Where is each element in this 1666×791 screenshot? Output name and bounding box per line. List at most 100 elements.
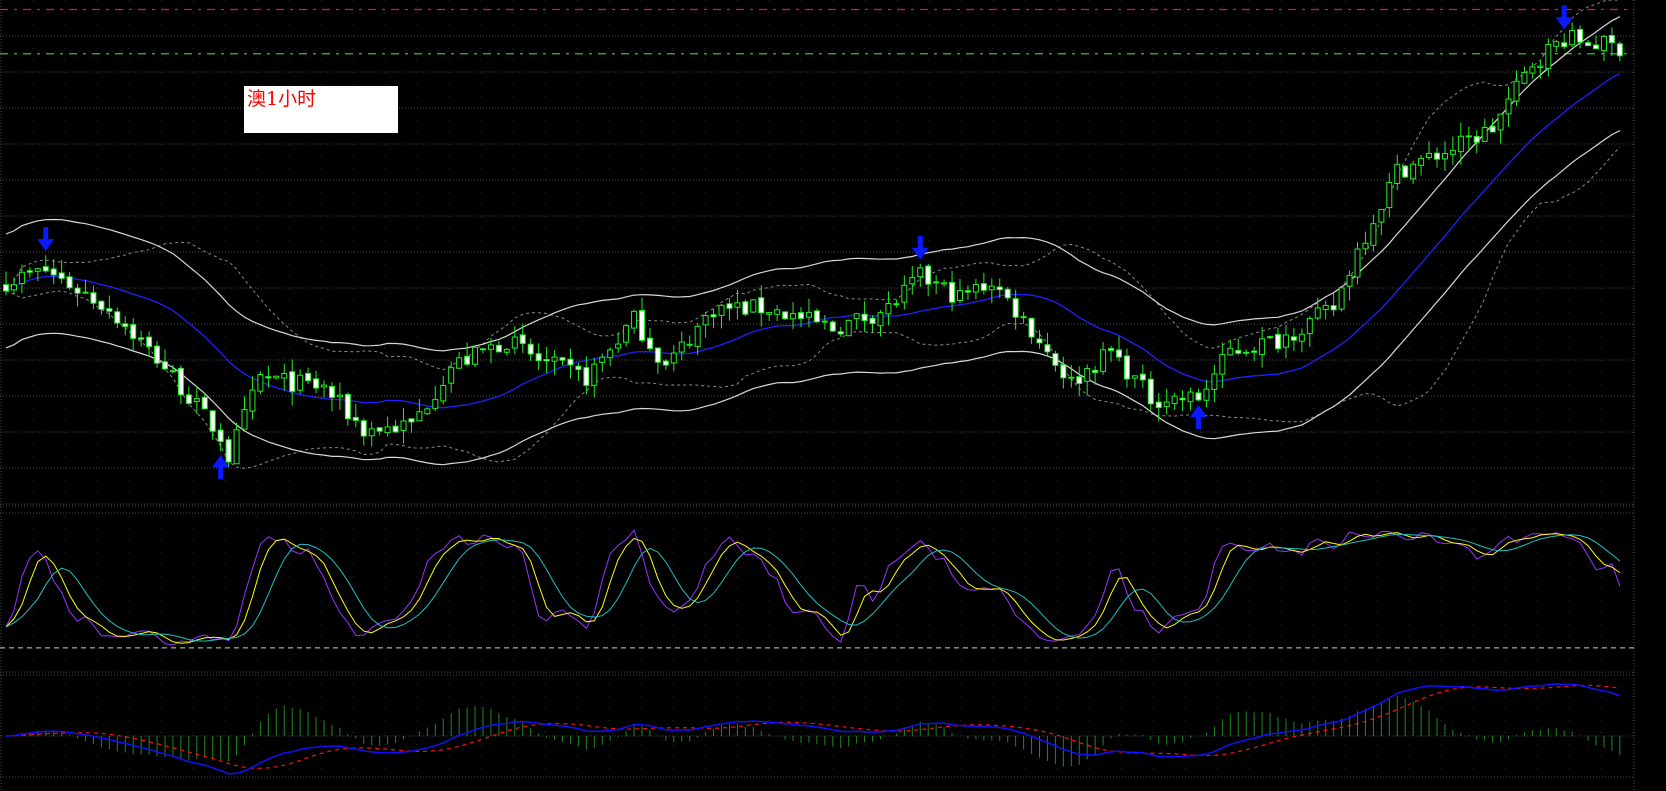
candle-body — [328, 386, 335, 398]
candle-body — [718, 304, 725, 316]
candle-body — [678, 341, 685, 353]
candle-body — [583, 367, 590, 386]
candle-body — [1100, 349, 1107, 372]
candle-body — [440, 385, 447, 402]
candle-body — [1275, 333, 1281, 350]
candle-body — [82, 291, 89, 294]
candle-body — [416, 411, 423, 422]
candle-body — [1298, 333, 1305, 342]
candle-body — [1481, 126, 1488, 142]
candle-body — [265, 376, 272, 379]
candle-body — [1012, 298, 1019, 318]
candle-body — [1338, 287, 1345, 310]
candle-body — [774, 309, 781, 315]
candle-body — [305, 372, 312, 382]
candle-body — [34, 268, 41, 272]
candle-body — [750, 299, 757, 313]
candle-body — [1131, 375, 1138, 379]
candle-body — [154, 345, 161, 364]
candle-body — [1330, 305, 1337, 311]
candle-body — [790, 313, 797, 320]
candle-body — [1441, 153, 1448, 160]
candle-body — [1577, 28, 1584, 43]
candle-body — [1243, 351, 1250, 354]
candle-body — [1290, 336, 1297, 341]
signal-arrows — [37, 5, 1573, 480]
candle-body — [1457, 135, 1464, 153]
candle-body — [591, 363, 598, 386]
candle-body — [734, 302, 741, 308]
candle-body — [424, 408, 431, 415]
candle-body — [360, 420, 367, 437]
candle-body — [821, 320, 828, 323]
candle-body — [273, 375, 280, 379]
candle-body — [1195, 392, 1202, 401]
candle-body — [1513, 80, 1520, 102]
candle-body — [1076, 376, 1083, 385]
candle-body — [1537, 65, 1544, 68]
candle-body — [798, 312, 804, 319]
candle-body — [1465, 135, 1472, 138]
candle-body — [241, 409, 248, 430]
candle-body — [607, 349, 614, 359]
candle-body — [185, 394, 192, 404]
candle-body — [1155, 401, 1162, 409]
chart-label: 澳1小时 — [247, 88, 317, 110]
candle-body — [694, 325, 701, 347]
outer-band-lower — [5, 130, 1621, 466]
candle-body — [336, 394, 343, 398]
candle-body — [972, 284, 979, 293]
candle-body — [1084, 367, 1091, 382]
candle-body — [670, 352, 677, 364]
candle-body — [432, 399, 439, 409]
candle-body — [384, 426, 391, 434]
candle-body — [162, 361, 168, 370]
candle-body — [1306, 318, 1313, 335]
candle-body — [408, 418, 415, 423]
candle-body — [3, 284, 9, 292]
candle-body — [511, 336, 518, 349]
candle-body — [233, 429, 240, 465]
candle-body — [742, 301, 749, 315]
candle-body — [249, 389, 256, 412]
candle-body — [1267, 336, 1274, 339]
candle-body — [543, 359, 550, 362]
candle-body — [1616, 43, 1623, 57]
candle-body — [957, 290, 963, 301]
candle-body — [599, 356, 606, 363]
candle-body — [90, 292, 97, 304]
candle-body — [1561, 42, 1568, 48]
oscillator-fast-line — [5, 529, 1621, 646]
candle-body — [710, 314, 717, 318]
candle-body — [1314, 307, 1321, 319]
candle-body — [861, 313, 868, 322]
candle-body — [177, 367, 184, 396]
candle-body — [877, 312, 884, 327]
candle-body — [392, 425, 399, 433]
candle-body — [853, 313, 860, 320]
candle-body — [281, 373, 288, 379]
buy-arrow-icon — [1190, 404, 1207, 429]
candle-body — [1044, 344, 1051, 353]
candle-body — [376, 427, 383, 432]
candle-body — [949, 281, 956, 303]
candle-body — [448, 367, 455, 384]
candle-body — [169, 370, 176, 373]
candle-body — [1179, 397, 1186, 401]
candle-body — [1449, 149, 1456, 155]
candle-body — [1068, 376, 1075, 379]
candle-body — [480, 348, 486, 351]
candle-body — [1211, 373, 1218, 390]
candle-body — [352, 416, 359, 421]
macd-line — [5, 683, 1621, 775]
candle-body — [98, 300, 105, 310]
candle-body — [1060, 364, 1067, 379]
candle-body — [1600, 35, 1607, 52]
candle-body — [1346, 274, 1353, 287]
candle-body — [519, 334, 526, 345]
candle-body — [74, 287, 81, 294]
candle-body — [464, 355, 471, 365]
candle-body — [964, 290, 971, 293]
candle-body — [917, 267, 924, 278]
candle-body — [1227, 347, 1234, 356]
